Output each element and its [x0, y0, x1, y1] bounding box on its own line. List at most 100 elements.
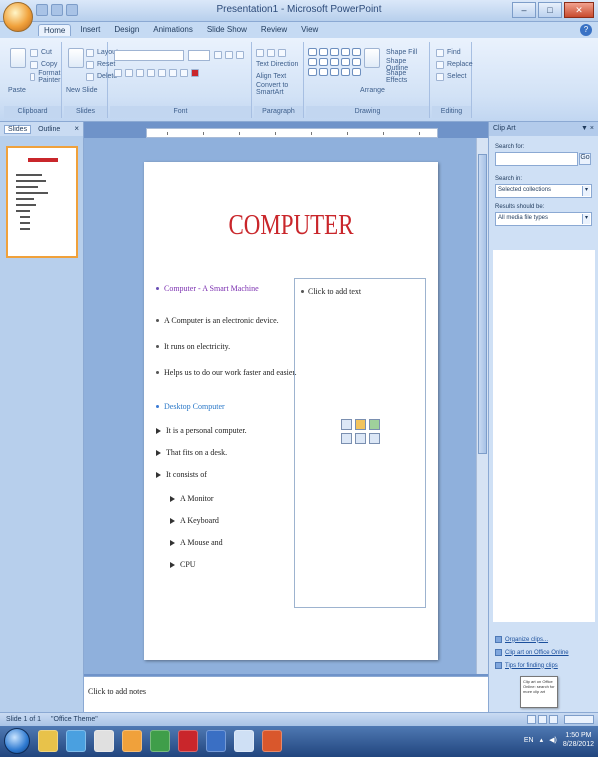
excel-icon[interactable]	[150, 730, 170, 752]
volume-icon[interactable]: ◀)	[549, 736, 557, 744]
window-title: Presentation1 - Microsoft PowerPoint	[216, 4, 382, 15]
tab-animations[interactable]: Animations	[148, 24, 198, 36]
explorer-icon[interactable]	[38, 730, 58, 752]
organize-icon	[495, 636, 502, 643]
help-icon[interactable]: ?	[580, 24, 592, 36]
clock[interactable]: 1:50 PM 8/28/2012	[563, 731, 594, 749]
tab-home[interactable]: Home	[38, 24, 72, 36]
tab-insert[interactable]: Insert	[75, 24, 105, 36]
convert-smartart-button[interactable]: Convert to SmartArt	[256, 82, 303, 96]
notes-placeholder[interactable]: Click to add notes	[88, 687, 146, 696]
start-button[interactable]	[4, 728, 30, 754]
find-button[interactable]: Find	[436, 48, 461, 57]
insert-media-icon[interactable]	[369, 433, 380, 444]
new-slide-button[interactable]: New Slide	[66, 86, 98, 95]
vertical-scrollbar[interactable]	[476, 138, 488, 674]
shapes-gallery[interactable]	[308, 48, 361, 76]
replace-icon	[436, 60, 444, 69]
tab-design[interactable]: Design	[109, 24, 144, 36]
tab-outline[interactable]: Outline	[35, 126, 63, 133]
bullets-icon[interactable]	[256, 48, 264, 57]
normal-view-icon[interactable]	[527, 715, 536, 724]
view-buttons	[527, 715, 558, 724]
search-input[interactable]: Go	[495, 152, 591, 166]
results-select[interactable]: All media file types ▾	[495, 212, 592, 226]
insert-chart-icon[interactable]	[355, 419, 366, 430]
media-icon[interactable]	[94, 730, 114, 752]
word-icon[interactable]	[206, 730, 226, 752]
spacing-icon[interactable]	[169, 68, 177, 77]
network-icon[interactable]: ▴	[540, 736, 544, 744]
second-content-placeholder[interactable]: Click to add text	[294, 278, 426, 608]
tab-slide-show[interactable]: Slide Show	[202, 24, 252, 36]
tab-review[interactable]: Review	[256, 24, 292, 36]
clip-art-online-link[interactable]: Clip art on Office Online	[495, 649, 569, 656]
change-case-icon[interactable]	[180, 68, 188, 77]
insert-clipart-icon[interactable]	[355, 433, 366, 444]
new-slide-icon[interactable]	[68, 48, 84, 68]
tips-link[interactable]: Tips for finding clips	[495, 662, 569, 669]
slide[interactable]: COMPUTER Computer - A Smart Machine A Co…	[144, 162, 438, 660]
minimize-button[interactable]: –	[512, 2, 536, 18]
search-in-select[interactable]: Selected collections ▾	[495, 184, 592, 198]
insert-smartart-icon[interactable]	[369, 419, 380, 430]
cut-button[interactable]: Cut	[30, 48, 52, 57]
bullet-item: That fits on a desk.	[156, 448, 227, 457]
close-button[interactable]: ✕	[564, 2, 594, 18]
paint-icon[interactable]	[234, 730, 254, 752]
underline-icon[interactable]	[136, 68, 144, 77]
powerpoint-icon[interactable]	[262, 730, 282, 752]
language-indicator[interactable]: EN	[524, 737, 534, 744]
results-label: Results should be:	[495, 204, 545, 210]
arrange-icon[interactable]	[364, 48, 380, 68]
sorter-view-icon[interactable]	[538, 715, 547, 724]
font-name-combo[interactable]	[114, 50, 184, 61]
bold-icon[interactable]	[114, 68, 122, 77]
acrobat-icon[interactable]	[178, 730, 198, 752]
paragraph-group: Text Direction Align Text Convert to Sma…	[254, 42, 304, 118]
strikethrough-icon[interactable]	[147, 68, 155, 77]
maximize-button[interactable]: □	[538, 2, 562, 18]
italic-icon[interactable]	[125, 68, 133, 77]
insert-table-icon[interactable]	[341, 419, 352, 430]
ruler-tick	[167, 132, 168, 135]
browser-icon[interactable]	[66, 730, 86, 752]
align-text-button[interactable]: Align Text	[256, 72, 286, 81]
paste-icon[interactable]	[10, 48, 26, 68]
text-direction-button[interactable]: Text Direction	[256, 60, 298, 69]
clear-format-icon[interactable]	[236, 50, 244, 59]
numbering-icon[interactable]	[267, 48, 275, 57]
office-button[interactable]	[3, 2, 33, 32]
format-painter-button[interactable]: Format Painter	[30, 70, 63, 84]
shape-fill-button[interactable]: Shape Fill	[386, 48, 417, 57]
tab-slides[interactable]: Slides	[4, 124, 32, 134]
notes-pane[interactable]: Click to add notes	[84, 676, 488, 712]
shrink-font-icon[interactable]	[225, 50, 233, 59]
replace-button[interactable]: Replace	[436, 60, 473, 69]
organize-clips-link[interactable]: Organize clips...	[495, 636, 569, 643]
shadow-icon[interactable]	[158, 68, 166, 77]
slideshow-view-icon[interactable]	[549, 715, 558, 724]
scrollbar-thumb[interactable]	[478, 154, 487, 454]
shape-effects-button[interactable]: Shape Effects	[386, 70, 429, 84]
copy-button[interactable]: Copy	[30, 60, 57, 69]
insert-picture-icon[interactable]	[341, 433, 352, 444]
task-pane-close-icon[interactable]: ▼ ×	[581, 125, 594, 133]
indent-icon[interactable]	[278, 48, 286, 57]
select-button[interactable]: Select	[436, 72, 466, 81]
folder-icon[interactable]	[122, 730, 142, 752]
shape-outline-button[interactable]: Shape Outline	[386, 58, 429, 72]
slide-title[interactable]: COMPUTER	[170, 210, 411, 242]
go-button[interactable]: Go	[579, 153, 591, 165]
tab-view[interactable]: View	[296, 24, 323, 36]
font-color-icon[interactable]	[191, 68, 199, 77]
grow-font-icon[interactable]	[214, 50, 222, 59]
arrange-button[interactable]: Arrange	[360, 86, 385, 95]
zoom-slider[interactable]	[564, 715, 594, 724]
slide-count: Slide 1 of 1	[6, 716, 42, 723]
close-pane-icon[interactable]: ×	[74, 124, 79, 133]
arrow-bullet-icon	[156, 427, 161, 434]
font-size-combo[interactable]	[188, 50, 210, 61]
slide-thumbnail[interactable]	[6, 146, 78, 258]
paste-button[interactable]: Paste	[8, 86, 26, 95]
